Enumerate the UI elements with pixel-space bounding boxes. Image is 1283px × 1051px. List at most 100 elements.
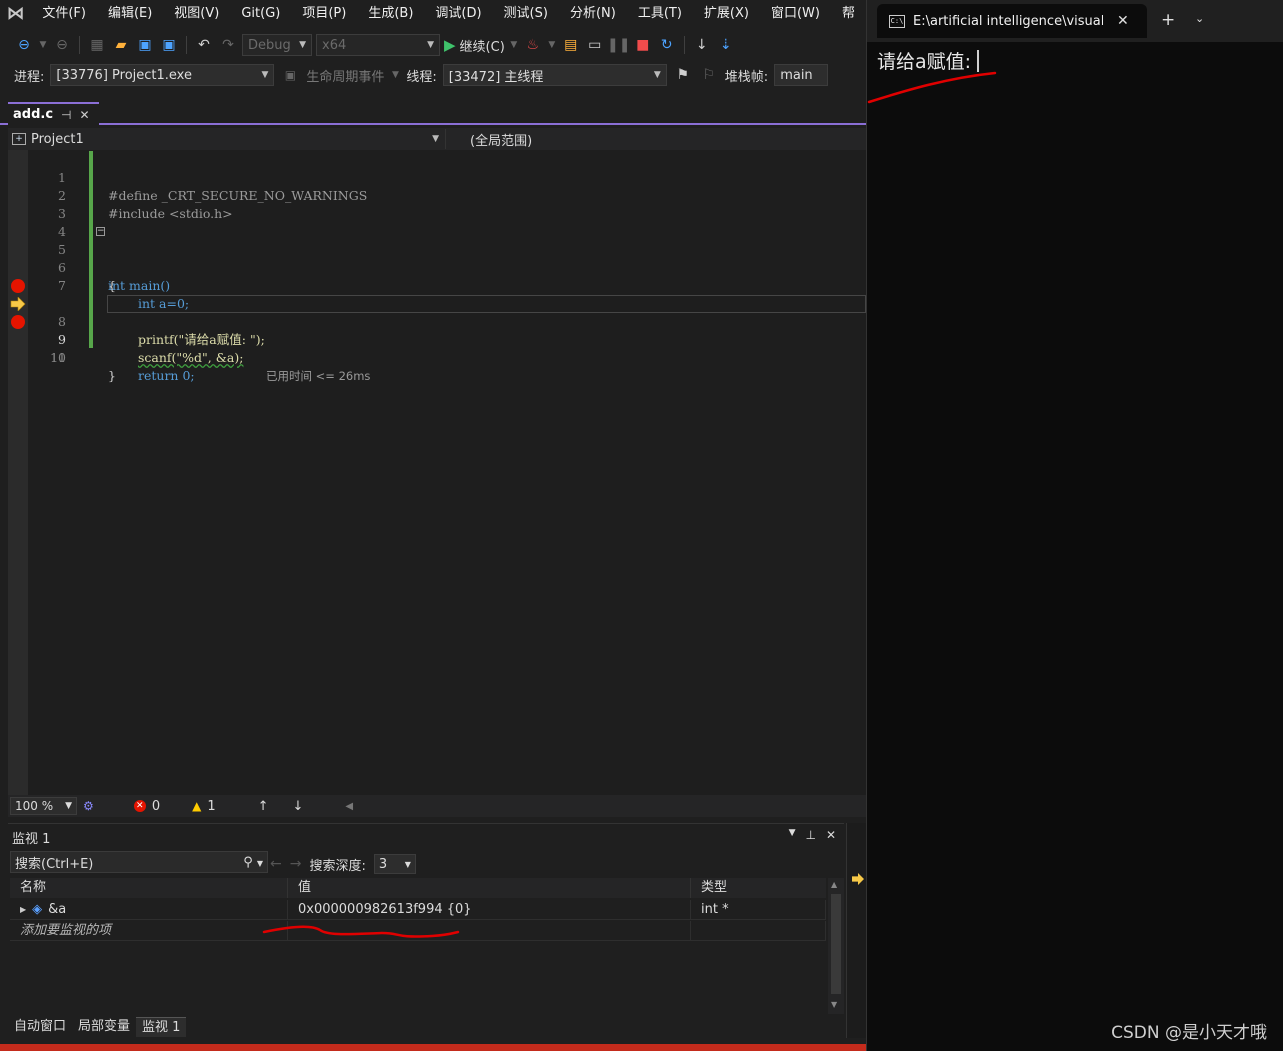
- open-file-icon[interactable]: ▰: [111, 35, 131, 55]
- tab-add-c[interactable]: add.c ⊣ ✕: [8, 102, 99, 125]
- code-line[interactable]: 11 }: [8, 331, 866, 383]
- menu-debug[interactable]: 调试(D): [424, 0, 492, 27]
- navigate-back-icon[interactable]: ⊖: [14, 35, 34, 55]
- warning-count[interactable]: 1: [207, 799, 215, 814]
- next-issue-icon[interactable]: ↓: [293, 799, 304, 814]
- new-project-icon[interactable]: ▦: [87, 35, 107, 55]
- menu-tools[interactable]: 工具(T): [627, 0, 693, 27]
- menu-analyze[interactable]: 分析(N): [559, 0, 627, 27]
- code-line[interactable]: 10 return 0;: [8, 313, 866, 383]
- dropdown-arrow-icon[interactable]: ▼: [390, 65, 400, 85]
- scope-dropdown[interactable]: (全局范围): [446, 130, 532, 149]
- redo-icon[interactable]: ↷: [218, 35, 238, 55]
- watch-scrollbar[interactable]: ▲ ▼: [828, 878, 844, 1014]
- console-output[interactable]: 请给a赋值:: [877, 47, 980, 74]
- code-line[interactable]: 1 #define _CRT_SECURE_NO_WARNINGS: [8, 151, 866, 203]
- dropdown-arrow-icon[interactable]: ▼: [547, 35, 557, 55]
- add-watch-row[interactable]: 添加要监视的项: [10, 921, 826, 941]
- show-threads-icon[interactable]: ⚐: [699, 65, 719, 85]
- code-line[interactable]: 5 − int main(): [8, 223, 866, 294]
- scrollbar-thumb[interactable]: [831, 894, 841, 994]
- breakpoint-icon[interactable]: [11, 315, 25, 329]
- code-line[interactable]: 7 int a=0;: [8, 259, 866, 311]
- configuration-combo[interactable]: Debug ▼: [242, 34, 312, 56]
- step-over-icon[interactable]: ↓: [692, 35, 712, 55]
- menu-git[interactable]: Git(G): [230, 0, 291, 27]
- search-depth-combo[interactable]: 3 ▼: [373, 854, 416, 874]
- hot-reload-icon[interactable]: ♨: [523, 35, 543, 55]
- column-type-header[interactable]: 类型: [691, 878, 826, 898]
- close-icon[interactable]: ✕: [826, 828, 836, 842]
- pause-icon[interactable]: ❚❚: [607, 35, 630, 55]
- error-count[interactable]: 0: [152, 799, 160, 814]
- flag-thread-icon[interactable]: ⚑: [673, 65, 693, 85]
- restart-icon[interactable]: ↻: [657, 35, 677, 55]
- zoom-combo[interactable]: 100 % ▼: [10, 797, 78, 815]
- code-line-current[interactable]: 9 scanf("%d", &a); 已用时间 <= 26ms: [8, 295, 866, 383]
- previous-issue-icon[interactable]: ↑: [258, 799, 269, 814]
- collapse-outline-icon[interactable]: −: [96, 227, 105, 236]
- add-watch-item[interactable]: 添加要监视的项: [10, 921, 288, 941]
- dropdown-arrow-icon[interactable]: ▼: [38, 35, 48, 55]
- stop-icon[interactable]: ■: [633, 35, 653, 55]
- search-previous-icon[interactable]: ←: [270, 856, 282, 872]
- watch-name-cell[interactable]: ▶ ◈ &a: [10, 900, 288, 920]
- process-combo[interactable]: [33776] Project1.exe ▼: [50, 64, 275, 86]
- menu-test[interactable]: 测试(S): [493, 0, 559, 27]
- lifecycle-events-icon[interactable]: ▣: [280, 65, 300, 85]
- menu-project[interactable]: 项目(P): [291, 0, 357, 27]
- search-icon[interactable]: ⚲ ▼: [243, 855, 263, 870]
- column-value-header[interactable]: 值: [288, 878, 691, 898]
- code-line[interactable]: 3: [8, 187, 866, 221]
- breakpoint-icon[interactable]: [11, 279, 25, 293]
- vs-logo-icon[interactable]: ⋈: [0, 0, 31, 27]
- watch-search-box[interactable]: 搜索(Ctrl+E) ⚲ ▼: [10, 851, 268, 873]
- project-dropdown[interactable]: + Project1 ▼: [8, 129, 446, 149]
- menu-window[interactable]: 窗口(W): [760, 0, 831, 27]
- scroll-left-icon[interactable]: ◀: [345, 801, 353, 812]
- menu-edit[interactable]: 编辑(E): [97, 0, 163, 27]
- code-line[interactable]: 2 #include <stdio.h>: [8, 169, 866, 221]
- lifecycle-events-button[interactable]: 生命周期事件: [306, 66, 384, 85]
- stack-frame-combo[interactable]: main: [774, 64, 829, 86]
- menu-view[interactable]: 视图(V): [163, 0, 230, 27]
- pin-icon[interactable]: ⊥: [805, 828, 815, 842]
- code-line[interactable]: 4: [8, 205, 866, 239]
- menu-help[interactable]: 帮: [831, 0, 866, 27]
- console-tab[interactable]: C:\ E:\artificial intelligence\visual ✕: [877, 4, 1147, 38]
- step-into-icon[interactable]: ⇣: [716, 35, 736, 55]
- undo-icon[interactable]: ↶: [194, 35, 214, 55]
- watch-value[interactable]: 0x000000982613f994 {0}: [288, 900, 691, 920]
- window-layout-icon[interactable]: ▭: [585, 35, 605, 55]
- new-tab-icon[interactable]: +: [1161, 10, 1175, 30]
- menu-build[interactable]: 生成(B): [357, 0, 424, 27]
- watch-row[interactable]: ▶ ◈ &a 0x000000982613f994 {0} int *: [10, 900, 826, 920]
- solution-explorer-icon[interactable]: ▤: [561, 35, 581, 55]
- dropdown-arrow-icon[interactable]: ▼: [509, 35, 519, 55]
- search-next-icon[interactable]: →: [290, 856, 302, 872]
- window-position-icon[interactable]: ▼: [789, 828, 796, 842]
- menu-file[interactable]: 文件(F): [31, 0, 97, 27]
- chevron-down-icon[interactable]: ⌄: [1195, 12, 1204, 25]
- code-line[interactable]: 8 printf("请给a赋值: ");: [8, 277, 866, 347]
- tab-locals[interactable]: 局部变量: [72, 1017, 136, 1037]
- scroll-up-icon[interactable]: ▲: [831, 880, 837, 889]
- save-icon[interactable]: ▣: [135, 35, 155, 55]
- watch-search-input[interactable]: 搜索(Ctrl+E): [15, 853, 93, 872]
- code-editor[interactable]: 1 #define _CRT_SECURE_NO_WARNINGS 2 #inc…: [8, 150, 866, 795]
- pin-icon[interactable]: ⊣: [61, 108, 71, 122]
- tab-autos[interactable]: 自动窗口: [8, 1017, 72, 1037]
- continue-button[interactable]: 继续(C): [460, 36, 505, 55]
- close-icon[interactable]: ✕: [79, 108, 89, 122]
- health-icon[interactable]: ⚙: [83, 799, 94, 813]
- expand-arrow-icon[interactable]: ▶: [20, 900, 26, 920]
- save-all-icon[interactable]: ▣: [159, 35, 179, 55]
- thread-combo[interactable]: [33472] 主线程 ▼: [442, 64, 667, 86]
- continue-play-icon[interactable]: ▶: [444, 36, 456, 54]
- menu-extensions[interactable]: 扩展(X): [693, 0, 760, 27]
- code-line[interactable]: 6 {: [8, 241, 866, 293]
- tab-watch-1[interactable]: 监视 1: [136, 1017, 187, 1037]
- scroll-down-icon[interactable]: ▼: [831, 1000, 837, 1009]
- close-icon[interactable]: ✕: [1117, 13, 1129, 29]
- column-name-header[interactable]: 名称: [10, 878, 288, 898]
